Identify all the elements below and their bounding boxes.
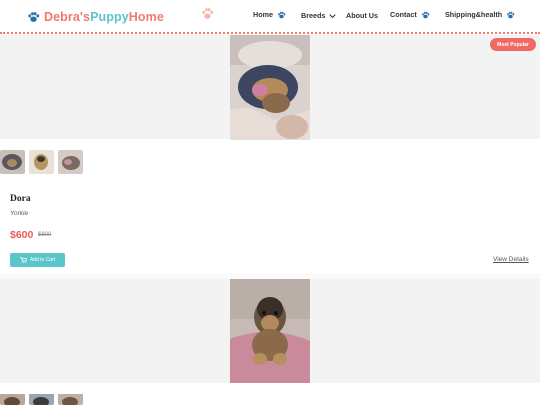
product-image-panel bbox=[0, 279, 540, 383]
site-header: Debra'sPuppyHome Home Breeds About Us Co… bbox=[0, 0, 540, 34]
paw-decoration-icon bbox=[202, 8, 214, 19]
product-main-photo[interactable] bbox=[230, 35, 310, 140]
nav-home-label: Home bbox=[253, 10, 273, 19]
thumbnail[interactable] bbox=[0, 150, 25, 174]
product-image-panel bbox=[0, 35, 540, 140]
thumbnail[interactable] bbox=[29, 150, 54, 174]
site-logo[interactable]: Debra'sPuppyHome bbox=[27, 8, 164, 26]
thumbnail[interactable] bbox=[58, 393, 83, 405]
product-name[interactable]: Dora bbox=[10, 194, 31, 204]
view-details-link[interactable]: View Details bbox=[493, 256, 529, 263]
nav-contact[interactable]: Contact bbox=[390, 10, 430, 19]
nav-breeds-label: Breeds bbox=[301, 11, 326, 20]
chevron-down-icon bbox=[329, 13, 337, 18]
nav-breeds[interactable]: Breeds bbox=[301, 11, 337, 20]
cart-icon bbox=[19, 257, 27, 263]
thumbnail[interactable] bbox=[29, 393, 54, 405]
nav-shipping-label: Shipping&health bbox=[445, 10, 503, 19]
thumbnail-row bbox=[0, 393, 83, 405]
product-price: $600 bbox=[10, 229, 34, 241]
nav-home[interactable]: Home bbox=[253, 10, 286, 19]
paw-icon bbox=[421, 11, 430, 18]
most-popular-badge: Most Popular bbox=[490, 38, 536, 51]
product-breed: Yorkie bbox=[10, 210, 29, 217]
thumbnail[interactable] bbox=[58, 150, 83, 174]
paw-icon bbox=[28, 12, 40, 22]
nav-contact-label: Contact bbox=[390, 10, 417, 19]
logo-text: Debra'sPuppyHome bbox=[44, 10, 164, 24]
add-to-cart-label: Add to Cart bbox=[29, 257, 56, 263]
paw-icon bbox=[507, 11, 515, 18]
nav-shipping-health[interactable]: Shipping&health bbox=[445, 10, 515, 19]
product-main-photo[interactable] bbox=[230, 279, 310, 383]
add-to-cart-button[interactable]: Add to Cart bbox=[10, 253, 65, 267]
nav-about-label: About Us bbox=[346, 11, 378, 20]
paw-icon bbox=[278, 11, 286, 18]
nav-about-us[interactable]: About Us bbox=[346, 11, 378, 20]
product-old-price: $800 bbox=[38, 232, 52, 238]
thumbnail-row bbox=[0, 150, 83, 174]
thumbnail[interactable] bbox=[0, 393, 25, 405]
